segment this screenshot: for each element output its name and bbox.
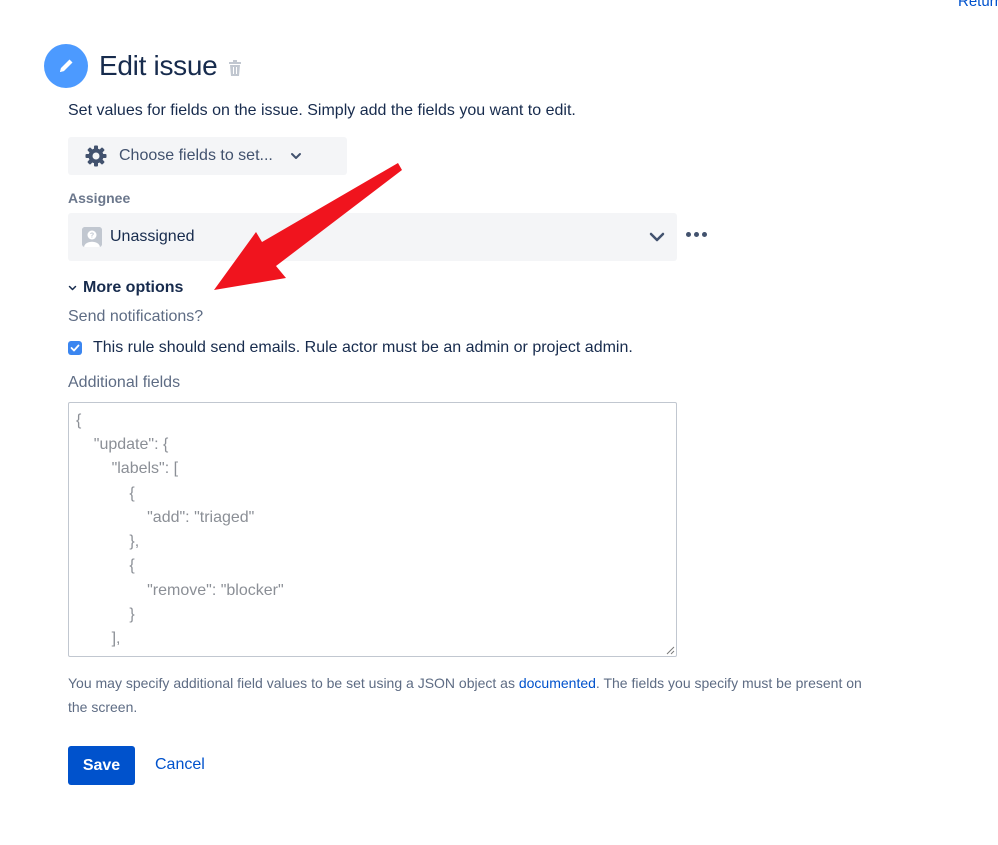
choose-fields-label: Choose fields to set... [119, 147, 273, 164]
chevron-down-icon [290, 152, 302, 160]
json-line: "remove": "blocker" [76, 582, 284, 599]
return-link[interactable]: Return [958, 0, 998, 10]
chevron-down-icon [648, 227, 666, 247]
json-line: "update": { [76, 436, 169, 453]
cancel-link[interactable]: Cancel [155, 756, 205, 774]
gear-icon [85, 145, 107, 167]
svg-text:?: ? [90, 233, 94, 240]
additional-fields-label: Additional fields [68, 374, 181, 391]
page-title: Edit issue [99, 50, 218, 81]
json-line: }, [76, 533, 140, 550]
send-emails-label: This rule should send emails. Rule actor… [93, 339, 633, 356]
documented-link[interactable]: documented [519, 675, 596, 691]
choose-fields-button[interactable]: Choose fields to set... [68, 137, 347, 175]
help-text: You may specify additional field values … [68, 675, 862, 715]
trash-icon[interactable] [228, 60, 242, 76]
assignee-select[interactable]: ? Unassigned [68, 213, 677, 261]
send-emails-row: This rule should send emails. Rule actor… [68, 339, 633, 357]
json-line: { [76, 557, 135, 574]
more-horizontal-icon[interactable] [686, 228, 707, 241]
send-emails-checkbox[interactable] [68, 341, 82, 355]
more-options-toggle[interactable]: More options [68, 279, 183, 297]
json-line: ], [76, 630, 121, 647]
more-options-label: More options [83, 279, 184, 296]
json-line: "add": "triaged" [76, 509, 255, 526]
description-text: Set values for fields on the issue. Simp… [68, 102, 576, 119]
chevron-down-icon [68, 285, 77, 291]
unknown-user-avatar-icon: ? [82, 227, 102, 247]
send-notifications-label: Send notifications? [68, 308, 204, 325]
page-header: Edit issue [44, 44, 242, 88]
json-line: { [76, 485, 135, 502]
additional-fields-textarea[interactable]: { "update": { "labels": [ { "add": "tria… [68, 402, 677, 657]
json-line: } [76, 606, 135, 623]
pencil-icon [44, 44, 88, 88]
resize-handle-icon[interactable] [666, 646, 675, 655]
assignee-value: Unassigned [110, 228, 195, 245]
save-button[interactable]: Save [68, 746, 135, 785]
assignee-label: Assignee [68, 190, 131, 206]
json-line: "labels": [ [76, 460, 179, 477]
json-line: { [76, 412, 82, 429]
